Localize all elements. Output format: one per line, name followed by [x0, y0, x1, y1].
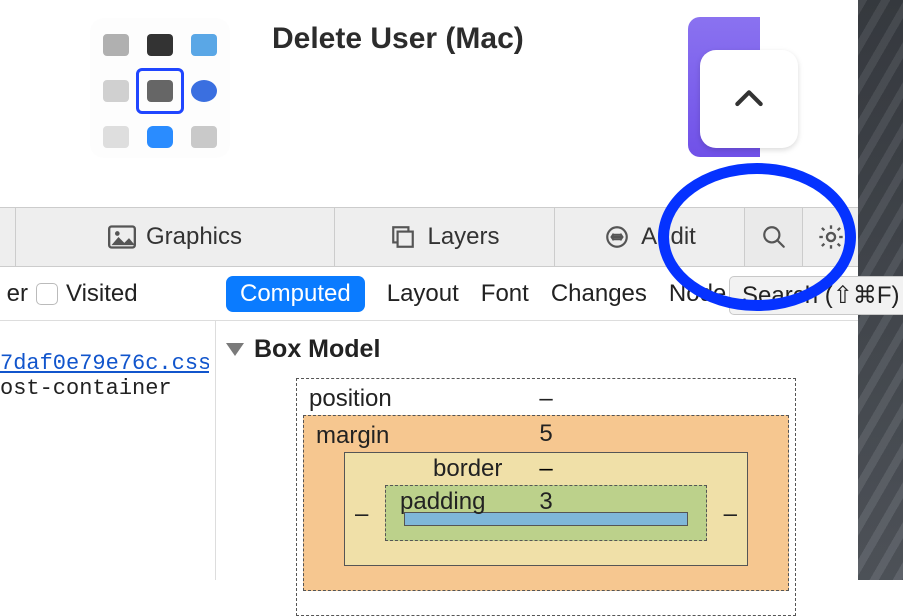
- computed-pane: Box Model position – margin 5 – border –…: [216, 321, 858, 580]
- border-label: border: [433, 455, 502, 483]
- position-top-value: –: [539, 385, 552, 413]
- margin-label: margin: [316, 422, 389, 450]
- chevron-up-icon: [729, 79, 769, 119]
- selector-text: ost-container: [0, 376, 209, 401]
- padding-top-value: 3: [539, 488, 552, 516]
- settings-button[interactable]: [803, 208, 858, 266]
- box-model-diagram[interactable]: position – margin 5 – border – – padding…: [296, 378, 796, 616]
- disclosure-triangle-icon: [226, 343, 244, 356]
- subtab-node[interactable]: Node: [669, 280, 726, 308]
- search-button[interactable]: [745, 208, 803, 266]
- collapse-card[interactable]: [700, 50, 798, 148]
- search-tooltip: Search (⇧⌘F): [729, 276, 903, 315]
- devtools-tabbar: Graphics Layers Audit: [0, 207, 858, 267]
- graphics-icon: [108, 225, 136, 249]
- subtab-layout[interactable]: Layout: [387, 280, 459, 308]
- audit-icon: [603, 224, 631, 250]
- tab-label: Graphics: [146, 223, 242, 251]
- position-label: position: [309, 385, 392, 413]
- stylesheet-link[interactable]: 7daf0e79e76c.css:…: [0, 351, 209, 376]
- padding-label: padding: [400, 488, 485, 516]
- visited-checkbox[interactable]: [36, 283, 58, 305]
- visited-label: Visited: [66, 280, 138, 308]
- article-title[interactable]: Delete User (Mac): [272, 22, 524, 56]
- layers-icon: [389, 224, 417, 250]
- article-thumbnail-left[interactable]: [90, 18, 230, 158]
- users-groups-icon: [136, 68, 184, 114]
- truncated-pseudo-label: er: [2, 280, 28, 308]
- tab-label: Layers: [427, 223, 499, 251]
- gear-icon: [817, 223, 845, 251]
- tab-label: Audit: [641, 223, 696, 251]
- rules-pane: 7daf0e79e76c.css:… ost-container: [0, 321, 216, 580]
- margin-top-value: 5: [539, 420, 552, 448]
- top-area: Delete User (Mac): [0, 0, 903, 207]
- border-top-value: –: [539, 455, 552, 483]
- subtab-computed[interactable]: Computed: [226, 276, 365, 312]
- border-left-value: –: [355, 501, 368, 529]
- search-icon: [761, 224, 787, 250]
- subtab-changes[interactable]: Changes: [551, 280, 647, 308]
- box-model-heading[interactable]: Box Model: [226, 335, 848, 364]
- subtab-font[interactable]: Font: [481, 280, 529, 308]
- border-right-value: –: [724, 501, 737, 529]
- tab-layers[interactable]: Layers: [335, 208, 555, 266]
- tab-graphics[interactable]: Graphics: [15, 208, 335, 266]
- tab-audit[interactable]: Audit: [555, 208, 745, 266]
